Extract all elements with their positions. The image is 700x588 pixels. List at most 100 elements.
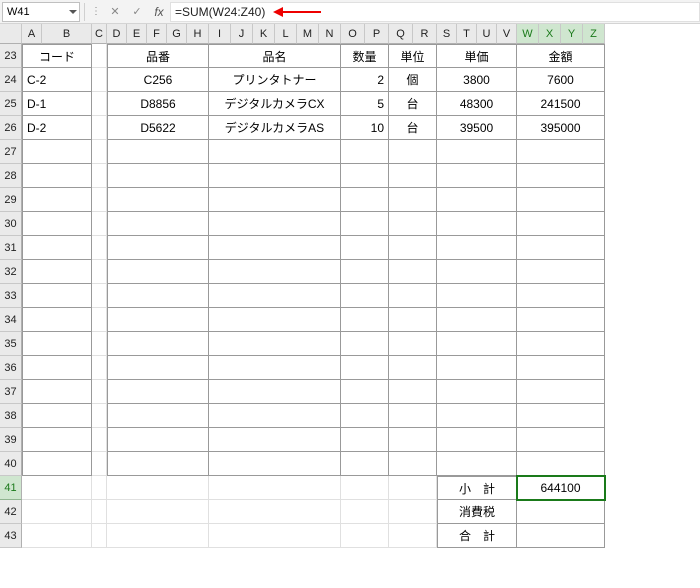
cell-partName-31[interactable] <box>209 236 341 260</box>
cell-partName-34[interactable] <box>209 308 341 332</box>
cell-amount-42[interactable] <box>517 500 605 524</box>
cell-code-24[interactable]: C-2 <box>22 68 92 92</box>
row-header-28[interactable]: 28 <box>0 164 22 188</box>
cell-amount-37[interactable] <box>517 380 605 404</box>
row-header-32[interactable]: 32 <box>0 260 22 284</box>
cell-gap-41[interactable] <box>92 476 107 500</box>
cell-qty-39[interactable] <box>341 428 389 452</box>
row-header-41[interactable]: 41 <box>0 476 22 500</box>
cell-qty-43[interactable] <box>341 524 389 548</box>
cell-qty-36[interactable] <box>341 356 389 380</box>
cell-partName-41[interactable] <box>209 476 341 500</box>
cell-code-25[interactable]: D-1 <box>22 92 92 116</box>
cell-partNo-37[interactable] <box>107 380 209 404</box>
row-header-36[interactable]: 36 <box>0 356 22 380</box>
header-gap[interactable] <box>92 44 107 68</box>
cell-qty-37[interactable] <box>341 380 389 404</box>
row-header-24[interactable]: 24 <box>0 68 22 92</box>
cell-qty-24[interactable]: 2 <box>341 68 389 92</box>
cell-amount-35[interactable] <box>517 332 605 356</box>
cell-gap-33[interactable] <box>92 284 107 308</box>
cell-qty-27[interactable] <box>341 140 389 164</box>
cell-unitPrice-39[interactable] <box>437 428 517 452</box>
col-header-A[interactable]: A <box>22 24 42 44</box>
cell-partName-27[interactable] <box>209 140 341 164</box>
cell-partNo-35[interactable] <box>107 332 209 356</box>
cell-unit-25[interactable]: 台 <box>389 92 437 116</box>
cell-unit-40[interactable] <box>389 452 437 476</box>
cell-unitPrice-42[interactable]: 消費税 <box>437 500 517 524</box>
cell-qty-30[interactable] <box>341 212 389 236</box>
cell-partName-29[interactable] <box>209 188 341 212</box>
cell-amount-36[interactable] <box>517 356 605 380</box>
row-header-38[interactable]: 38 <box>0 404 22 428</box>
cell-partNo-29[interactable] <box>107 188 209 212</box>
cell-amount-26[interactable]: 395000 <box>517 116 605 140</box>
cell-partNo-41[interactable] <box>107 476 209 500</box>
cell-qty-26[interactable]: 10 <box>341 116 389 140</box>
cell-partName-38[interactable] <box>209 404 341 428</box>
cell-partNo-38[interactable] <box>107 404 209 428</box>
col-header-M[interactable]: M <box>297 24 319 44</box>
cell-unitPrice-25[interactable]: 48300 <box>437 92 517 116</box>
cell-gap-40[interactable] <box>92 452 107 476</box>
cell-gap-29[interactable] <box>92 188 107 212</box>
cell-code-30[interactable] <box>22 212 92 236</box>
cell-code-33[interactable] <box>22 284 92 308</box>
cell-gap-25[interactable] <box>92 92 107 116</box>
formula-input[interactable]: =SUM(W24:Z40) <box>170 2 700 22</box>
cell-partNo-26[interactable]: D5622 <box>107 116 209 140</box>
row-header-40[interactable]: 40 <box>0 452 22 476</box>
header-partName[interactable]: 品名 <box>209 44 341 68</box>
row-header-23[interactable]: 23 <box>0 44 22 68</box>
cell-amount-30[interactable] <box>517 212 605 236</box>
col-header-K[interactable]: K <box>253 24 275 44</box>
cell-gap-28[interactable] <box>92 164 107 188</box>
cell-unit-35[interactable] <box>389 332 437 356</box>
cell-unitPrice-34[interactable] <box>437 308 517 332</box>
cell-unit-41[interactable] <box>389 476 437 500</box>
row-header-30[interactable]: 30 <box>0 212 22 236</box>
cell-partName-35[interactable] <box>209 332 341 356</box>
col-header-G[interactable]: G <box>167 24 187 44</box>
col-header-U[interactable]: U <box>477 24 497 44</box>
cell-partName-26[interactable]: デジタルカメラAS <box>209 116 341 140</box>
cell-qty-40[interactable] <box>341 452 389 476</box>
cell-qty-42[interactable] <box>341 500 389 524</box>
row-header-25[interactable]: 25 <box>0 92 22 116</box>
col-header-D[interactable]: D <box>107 24 127 44</box>
cell-partName-36[interactable] <box>209 356 341 380</box>
cell-code-32[interactable] <box>22 260 92 284</box>
cell-partName-28[interactable] <box>209 164 341 188</box>
cell-unitPrice-29[interactable] <box>437 188 517 212</box>
cell-unitPrice-36[interactable] <box>437 356 517 380</box>
cell-partNo-31[interactable] <box>107 236 209 260</box>
cell-partNo-36[interactable] <box>107 356 209 380</box>
enter-icon[interactable]: ✓ <box>126 3 148 21</box>
cell-unit-38[interactable] <box>389 404 437 428</box>
col-header-S[interactable]: S <box>437 24 457 44</box>
row-header-43[interactable]: 43 <box>0 524 22 548</box>
select-all-corner[interactable] <box>0 24 22 44</box>
row-header-29[interactable]: 29 <box>0 188 22 212</box>
cell-code-28[interactable] <box>22 164 92 188</box>
header-qty[interactable]: 数量 <box>341 44 389 68</box>
cell-unit-31[interactable] <box>389 236 437 260</box>
col-header-P[interactable]: P <box>365 24 389 44</box>
cell-amount-43[interactable] <box>517 524 605 548</box>
cell-gap-36[interactable] <box>92 356 107 380</box>
cell-gap-35[interactable] <box>92 332 107 356</box>
cell-code-42[interactable] <box>22 500 92 524</box>
cell-gap-30[interactable] <box>92 212 107 236</box>
cell-qty-38[interactable] <box>341 404 389 428</box>
cell-unitPrice-41[interactable]: 小 計 <box>437 476 517 500</box>
cell-gap-31[interactable] <box>92 236 107 260</box>
cell-unit-42[interactable] <box>389 500 437 524</box>
name-box[interactable]: W41 <box>2 2 80 22</box>
dropdown-icon[interactable] <box>69 10 77 14</box>
col-header-Z[interactable]: Z <box>583 24 605 44</box>
cell-unit-29[interactable] <box>389 188 437 212</box>
col-header-B[interactable]: B <box>42 24 92 44</box>
cell-unitPrice-24[interactable]: 3800 <box>437 68 517 92</box>
cell-unit-28[interactable] <box>389 164 437 188</box>
